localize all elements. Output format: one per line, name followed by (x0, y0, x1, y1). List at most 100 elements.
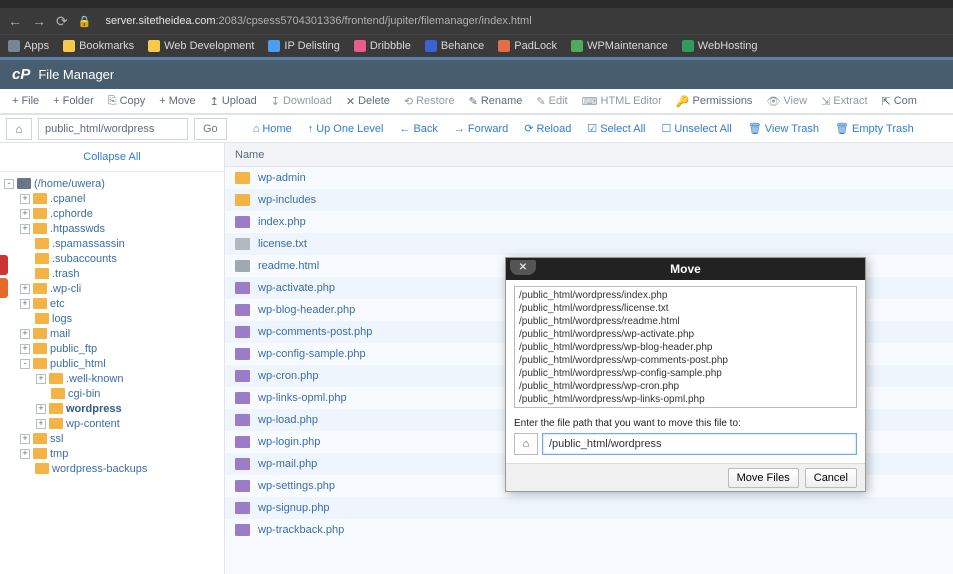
cancel-button[interactable]: Cancel (805, 468, 857, 488)
tree-node-cphorde[interactable]: +.cphorde (4, 206, 224, 221)
tree-label: public_html (50, 358, 106, 370)
bookmark-padlock[interactable]: PadLock (498, 40, 557, 52)
close-icon[interactable]: ✕ (510, 260, 536, 275)
tree-node-homeuwera[interactable]: -⌂(/home/uwera) (4, 176, 224, 191)
tree-node-trash[interactable]: .trash (4, 266, 224, 281)
tree-toggle-icon[interactable]: + (20, 299, 30, 309)
tree-node-publichtml[interactable]: - public_html (4, 356, 224, 371)
tree-toggle-icon[interactable]: + (20, 434, 30, 444)
file-row[interactable]: wp-signup.php (225, 497, 953, 519)
tree-node-wellknown[interactable]: +.well-known (4, 371, 224, 386)
view-trash-button[interactable]: 🗑View Trash (742, 122, 825, 135)
bookmark-behance[interactable]: Behance (425, 40, 484, 52)
rename-button[interactable]: ✎Rename (463, 95, 529, 108)
empty-trash-button[interactable]: 🗑Empty Trash (829, 122, 920, 135)
tree-node-etc[interactable]: +etc (4, 296, 224, 311)
bookmark-dribbble[interactable]: Dribbble (354, 40, 411, 52)
file-row[interactable]: index.php (225, 211, 953, 233)
home-icon[interactable]: ⌂ (514, 433, 538, 455)
move-dialog: ✕ Move /public_html/wordpress/index.php/… (505, 257, 866, 492)
tree-toggle-icon[interactable]: + (36, 374, 46, 384)
file-row[interactable]: wp-trackback.php (225, 519, 953, 541)
tree-node-mail[interactable]: +mail (4, 326, 224, 341)
back-button[interactable]: ←Back (393, 122, 443, 135)
bookmark-wpmaintenance[interactable]: WPMaintenance (571, 40, 668, 52)
forward-icon[interactable]: → (32, 13, 46, 29)
copy-button[interactable]: ⎘Copy (102, 95, 152, 108)
tree-node-publicftp[interactable]: + public_ftp (4, 341, 224, 356)
tree-node-wordpressbackups[interactable]: wordpress-backups (4, 461, 224, 476)
move-file-list[interactable]: /public_html/wordpress/index.php/public_… (514, 286, 857, 408)
go-button[interactable]: Go (194, 118, 227, 140)
bookmark-ip-delisting[interactable]: IP Delisting (268, 40, 339, 52)
home-button[interactable]: ⌂Home (247, 122, 298, 135)
move-button[interactable]: +Move (153, 95, 201, 107)
tree-node-cpanel[interactable]: +.cpanel (4, 191, 224, 206)
folder-button[interactable]: +Folder (47, 95, 100, 107)
tree-node-logs[interactable]: logs (4, 311, 224, 326)
reload-icon[interactable]: ⟳ (56, 13, 68, 30)
back-icon[interactable]: ← (8, 13, 22, 29)
tree-node-subaccounts[interactable]: .subaccounts (4, 251, 224, 266)
upload-button[interactable]: ↥Upload (204, 95, 263, 108)
delete-button[interactable]: ✕Delete (340, 95, 396, 108)
folder-icon (33, 433, 47, 444)
select-all-button[interactable]: ☑Select All (581, 122, 651, 135)
bookmark-bookmarks[interactable]: Bookmarks (63, 40, 134, 52)
tree-toggle-icon[interactable]: + (20, 344, 30, 354)
folder-icon (235, 172, 250, 184)
file-row[interactable]: wp-admin (225, 167, 953, 189)
tree-toggle-icon[interactable]: + (20, 329, 30, 339)
tree-node-cgibin[interactable]: cgi-bin (4, 386, 224, 401)
com-button[interactable]: ⇱Com (876, 95, 923, 108)
tree-node-htpasswds[interactable]: +.htpasswds (4, 221, 224, 236)
file-row[interactable]: license.txt (225, 233, 953, 255)
tree-toggle-icon[interactable]: + (36, 419, 46, 429)
php-icon (235, 480, 250, 492)
php-icon (235, 370, 250, 382)
tree-toggle-icon[interactable]: + (20, 284, 30, 294)
tree-toggle-icon[interactable]: + (20, 449, 30, 459)
bookmark-icon (682, 40, 694, 52)
unselect-all-button[interactable]: ☐Unselect All (655, 122, 737, 135)
destination-path-input[interactable] (542, 433, 857, 455)
up-one-level-button[interactable]: ↑Up One Level (302, 122, 390, 135)
tree-toggle-icon[interactable]: + (20, 209, 30, 219)
tree-toggle-icon[interactable]: - (4, 179, 14, 189)
bookmark-web-development[interactable]: Web Development (148, 40, 254, 52)
bookmark-apps[interactable]: Apps (8, 40, 49, 52)
tree-toggle-icon[interactable]: + (36, 404, 46, 414)
path-input[interactable] (38, 118, 188, 140)
tree-node-ssl[interactable]: +ssl (4, 431, 224, 446)
tree-label: wordpress-backups (52, 463, 147, 475)
file-name: wp-admin (258, 172, 306, 184)
tree-node-wordpress[interactable]: +wordpress (4, 401, 224, 416)
permissions-button[interactable]: 🔑Permissions (670, 95, 759, 108)
sidebar: Collapse All -⌂(/home/uwera)+.cpanel+.cp… (0, 143, 225, 574)
page-title: File Manager (38, 67, 114, 82)
file-row[interactable]: wp-includes (225, 189, 953, 211)
file-name: wp-cron.php (258, 370, 319, 382)
file-button[interactable]: +File (6, 95, 45, 107)
bookmark-webhosting[interactable]: WebHosting (682, 40, 758, 52)
side-tab-orange[interactable] (0, 278, 8, 298)
php-icon (235, 458, 250, 470)
tree-node-wpcli[interactable]: +.wp-cli (4, 281, 224, 296)
move-files-button[interactable]: Move Files (728, 468, 799, 488)
home-icon-button[interactable]: ⌂ (6, 118, 32, 140)
tree-toggle-icon[interactable]: - (20, 359, 30, 369)
collapse-all-button[interactable]: Collapse All (0, 143, 224, 172)
move-list-item: /public_html/wordpress/license.txt (519, 302, 852, 315)
side-tab-red[interactable] (0, 255, 8, 275)
tree-node-spamassassin[interactable]: .spamassassin (4, 236, 224, 251)
tree-node-wpcontent[interactable]: +wp-content (4, 416, 224, 431)
tree-toggle-icon[interactable]: + (20, 194, 30, 204)
url-text[interactable]: server.sitetheidea.com:2083/cpsess570430… (105, 15, 945, 27)
reload-button[interactable]: ⟳Reload (518, 122, 577, 135)
tree-toggle-icon[interactable]: + (20, 224, 30, 234)
column-header-name[interactable]: Name (225, 143, 953, 167)
folder-icon (33, 343, 47, 354)
tree-node-tmp[interactable]: +tmp (4, 446, 224, 461)
forward-button[interactable]: →Forward (448, 122, 514, 135)
tree-label: public_ftp (50, 343, 97, 355)
